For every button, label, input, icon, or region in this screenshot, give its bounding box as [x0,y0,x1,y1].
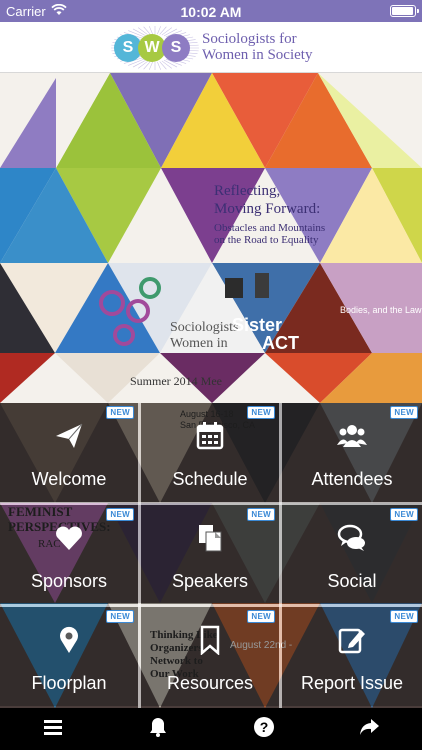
new-badge: NEW [247,406,275,419]
logo-text: Sociologists for Women in Society [202,31,312,63]
status-bar: Carrier 10:02 AM [0,0,422,22]
new-badge: NEW [106,610,134,623]
collage-text-road: on the Road to Equality [214,234,319,246]
new-badge: NEW [106,406,134,419]
collage-text-summer: Summer 2014 Mee [130,374,222,388]
tile-speakers[interactable]: NEW Speakers [141,505,279,604]
collage-text-moving: Moving Forward: [214,201,320,217]
tile-floorplan[interactable]: NEW Floorplan [0,607,138,706]
tile-label: Schedule [172,469,248,489]
logo-letter-s2: S [162,34,190,62]
new-badge: NEW [390,610,418,623]
new-badge: NEW [247,610,275,623]
tile-label: Attendees [311,469,393,489]
tile-schedule[interactable]: NEW Schedule [141,403,279,502]
tile-label: Report Issue [300,673,404,693]
calendar-icon [195,421,225,451]
menu-icon [42,716,64,743]
help-icon: ? [253,716,275,743]
new-badge: NEW [106,508,134,521]
notifications-button[interactable] [106,708,212,750]
tile-report-issue[interactable]: NEW Report Issue [282,607,422,706]
people-icon [337,421,367,451]
collage-text-bodies: Bodies, and the Law [340,305,422,315]
battery-icon [390,5,419,17]
tile-label: Speakers [171,571,249,591]
grid-divider-h1 [0,502,422,505]
map-pin-icon [54,625,84,655]
grid-divider-v2 [279,403,282,708]
collage-text-women: Women in [170,336,228,351]
logo-circles: S W S [114,34,194,62]
collage-text-reflecting: Reflecting, [214,183,280,199]
tile-label: Resources [166,673,254,693]
collage-text-sister: Sister [232,315,282,335]
new-badge: NEW [390,508,418,521]
paper-plane-icon [54,421,84,451]
edit-icon [337,625,367,655]
app-header: S W S Sociologists for Women in Society [0,22,422,73]
bell-icon [147,716,169,743]
logo-line-1: Sociologists for [202,31,297,47]
bookmark-icon [195,625,225,656]
heart-icon [54,523,84,553]
new-badge: NEW [247,508,275,521]
tile-welcome[interactable]: NEW Welcome [0,403,138,502]
share-icon [358,716,380,743]
tile-resources[interactable]: NEW Resources [141,607,279,706]
chat-bubbles-icon [337,523,367,553]
menu-button[interactable] [0,708,106,750]
sws-logo: S W S Sociologists for Women in Society [110,26,320,70]
tile-label: Social [327,571,377,591]
status-time: 10:02 AM [180,4,242,20]
share-button[interactable] [317,708,422,750]
collage-text-obstacles: Obstacles and Mountains [214,222,325,234]
documents-icon [195,523,225,553]
svg-text:?: ? [259,719,268,735]
collage-text-act: ACT [262,333,299,353]
background-collage: Reflecting, Moving Forward: Obstacles an… [0,73,422,708]
tile-label: Sponsors [30,571,108,591]
grid-divider-h2 [0,604,422,607]
new-badge: NEW [390,406,418,419]
tile-sponsors[interactable]: NEW Sponsors [0,505,138,604]
tile-label: Floorplan [31,673,107,693]
collage-text-sociologists: Sociologists [170,320,238,335]
grid-divider-v1 [138,403,141,708]
tile-social[interactable]: NEW Social [282,505,422,604]
tile-attendees[interactable]: NEW Attendees [282,403,422,502]
logo-line-2: Women in Society [202,47,313,63]
bottom-tab-bar: ? [0,708,422,750]
tile-label: Welcome [31,469,107,489]
help-button[interactable]: ? [211,708,317,750]
